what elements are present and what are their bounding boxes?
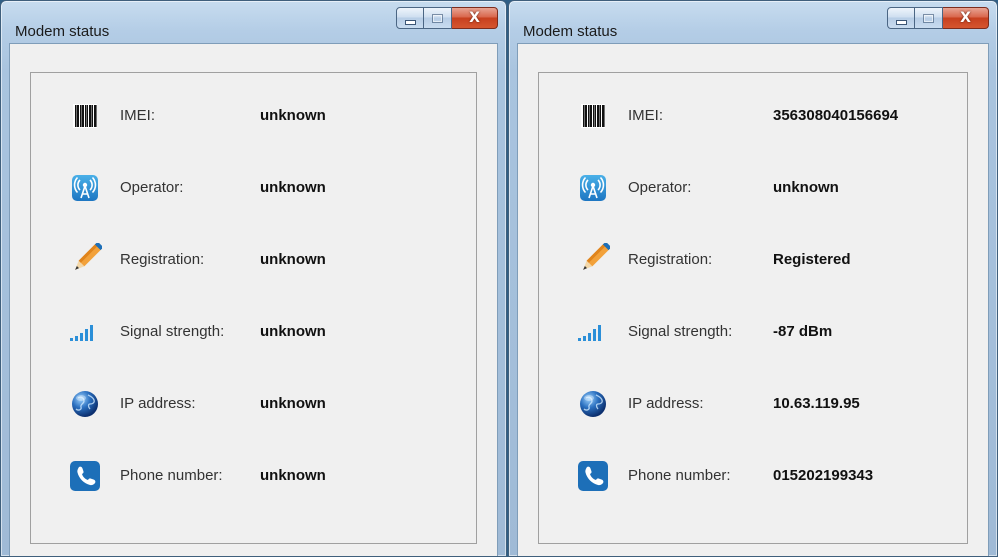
signal-bars-icon [575,314,611,350]
pencil-icon [67,242,103,278]
status-row: Phone number: 015202199343 [539,458,967,494]
status-value: 10.63.119.95 [773,395,860,412]
status-value: Registered [773,251,851,268]
status-panel: IMEI: unknown Operator: unknown Registration… [30,72,477,544]
status-label: Phone number: [628,467,731,484]
status-value: 015202199343 [773,467,874,484]
status-value: unknown [260,107,326,124]
status-value: unknown [260,251,326,268]
caption-buttons: X [396,7,498,29]
status-label: Operator: [120,179,184,196]
status-row: Operator: unknown [31,170,476,206]
close-icon: X [960,10,971,26]
status-value: unknown [260,179,326,196]
minimize-icon [895,19,907,25]
status-value: unknown [260,467,326,484]
status-row: Registration: Registered [539,242,967,278]
minimize-button[interactable] [887,7,915,29]
status-row: Signal strength: unknown [31,314,476,350]
status-value: unknown [260,395,326,412]
client-area: IMEI: unknown Operator: unknown Registration… [9,43,498,556]
status-label: Registration: [628,251,713,268]
maximize-icon [923,13,934,23]
status-value: 356308040156694 [773,107,899,124]
phone-icon [575,458,611,494]
globe-icon [575,386,611,422]
status-label: IP address: [120,395,196,412]
status-row: Phone number: unknown [31,458,476,494]
status-row: IP address: 10.63.119.95 [539,386,967,422]
pencil-icon [575,242,611,278]
status-value: unknown [260,323,326,340]
close-button[interactable]: X [943,7,989,29]
maximize-icon [432,13,443,23]
status-label: Registration: [120,251,205,268]
minimize-button[interactable] [396,7,424,29]
status-label: Phone number: [120,467,223,484]
status-row: Signal strength: -87 dBm [539,314,967,350]
antenna-icon [575,170,611,206]
status-row: IMEI: unknown [31,98,476,134]
status-label: IP address: [628,395,704,412]
status-row: Registration: unknown [31,242,476,278]
caption-buttons: X [887,7,989,29]
client-area: IMEI: 356308040156694 Operator: unknown Regi… [517,43,989,556]
close-icon: X [469,10,480,26]
minimize-icon [404,19,416,25]
status-label: Signal strength: [628,323,733,340]
close-button[interactable]: X [452,7,498,29]
modem-status-window-right: Modem status X IMEI: 356308040156694 Opera… [508,0,998,557]
maximize-button[interactable] [915,7,943,29]
status-panel: IMEI: 356308040156694 Operator: unknown Regi… [538,72,968,544]
barcode-icon [575,98,611,134]
status-value: unknown [773,179,839,196]
status-row: IP address: unknown [31,386,476,422]
status-label: IMEI: [628,107,664,124]
status-row: IMEI: 356308040156694 [539,98,967,134]
status-value: -87 dBm [773,323,833,340]
status-row: Operator: unknown [539,170,967,206]
window-title: Modem status [523,23,618,40]
antenna-icon [67,170,103,206]
maximize-button[interactable] [424,7,452,29]
globe-icon [67,386,103,422]
status-label: IMEI: [120,107,156,124]
signal-bars-icon [67,314,103,350]
status-label: Operator: [628,179,692,196]
modem-status-window-left: Modem status X IMEI: unknown Operator: unkn… [0,0,507,557]
status-label: Signal strength: [120,323,225,340]
phone-icon [67,458,103,494]
barcode-icon [67,98,103,134]
window-title: Modem status [15,23,110,40]
